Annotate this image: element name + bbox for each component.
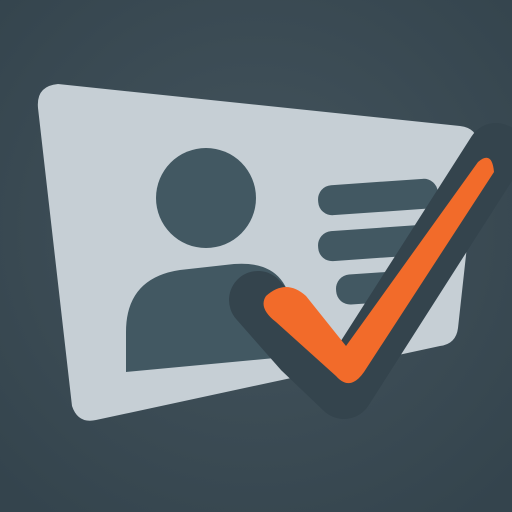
avatar-head-icon bbox=[156, 148, 256, 248]
contact-card-verified-icon bbox=[0, 0, 512, 512]
app-icon bbox=[0, 0, 512, 512]
